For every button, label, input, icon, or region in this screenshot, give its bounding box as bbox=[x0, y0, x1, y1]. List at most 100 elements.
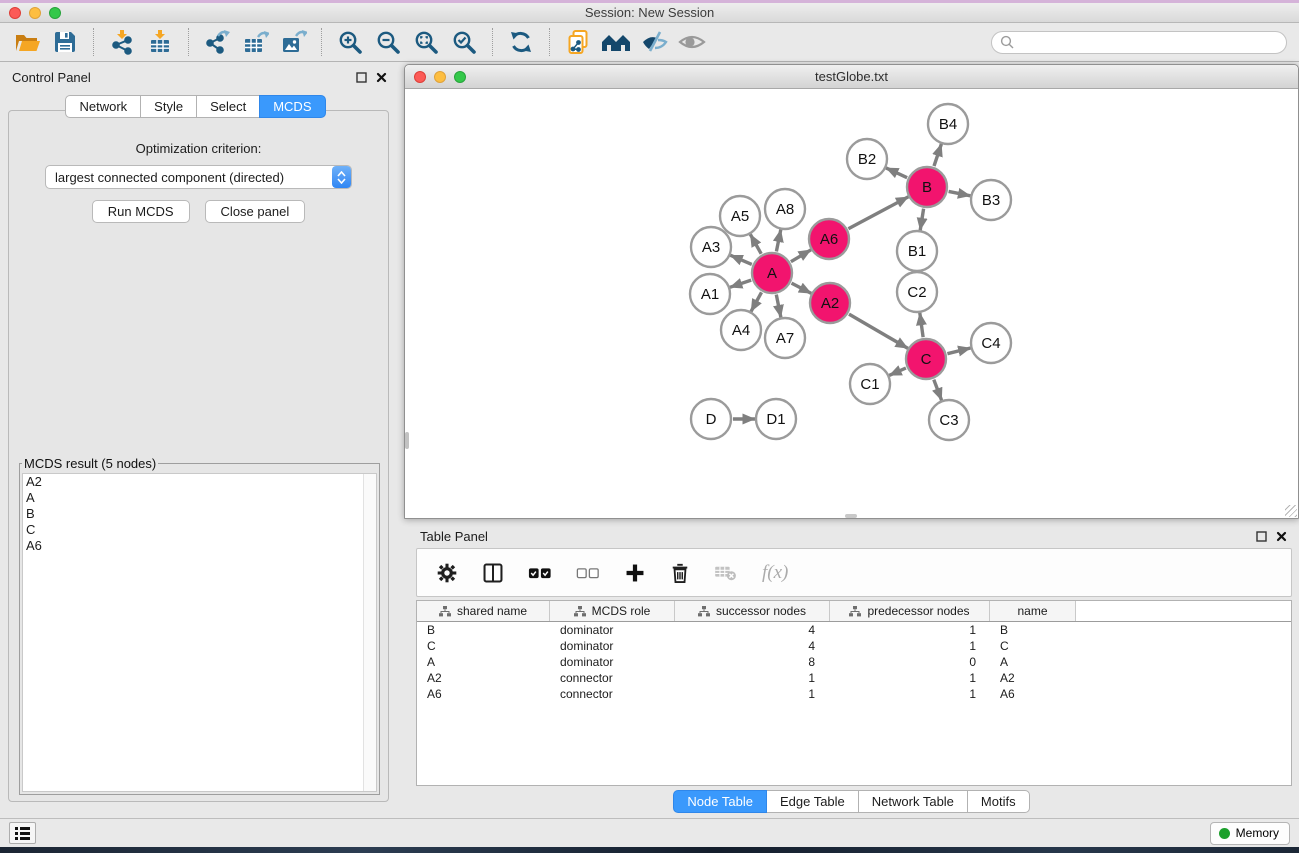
close-panel-button[interactable]: Close panel bbox=[205, 200, 306, 223]
table-settings-button[interactable] bbox=[436, 562, 458, 584]
import-network-button[interactable] bbox=[105, 26, 139, 58]
edge-A-A3[interactable] bbox=[730, 255, 752, 264]
edge-C-C3[interactable] bbox=[934, 380, 942, 401]
run-mcds-button[interactable]: Run MCDS bbox=[92, 200, 190, 223]
edge-C-C2[interactable] bbox=[920, 313, 923, 337]
refresh-button[interactable] bbox=[504, 26, 538, 58]
select-all-columns-button[interactable] bbox=[528, 566, 552, 580]
column-header-successor-nodes[interactable]: successor nodes bbox=[675, 601, 830, 621]
tab-mcds[interactable]: MCDS bbox=[259, 95, 325, 118]
hide-selected-button[interactable] bbox=[637, 26, 671, 58]
node-B3[interactable]: B3 bbox=[971, 180, 1011, 220]
network-canvas[interactable]: B4 B2 B B3 A5A8A6 A3 B1 A A1 C2 A2 A4A7 C4 C C1 C3 D D1 bbox=[405, 90, 1298, 518]
list-item[interactable]: B bbox=[23, 506, 376, 522]
node-C2[interactable]: C2 bbox=[897, 272, 937, 312]
list-item[interactable]: A bbox=[23, 490, 376, 506]
import-table-button[interactable] bbox=[143, 26, 177, 58]
edge-A2-C[interactable] bbox=[849, 314, 908, 348]
edge-B-B3[interactable] bbox=[949, 191, 971, 195]
table-row[interactable]: A6connector11A6 bbox=[417, 686, 1291, 702]
table-row[interactable]: Bdominator41B bbox=[417, 622, 1291, 638]
node-A7[interactable]: A7 bbox=[765, 318, 805, 358]
open-session-button[interactable] bbox=[10, 26, 44, 58]
zoom-in-button[interactable] bbox=[333, 26, 367, 58]
node-A2[interactable]: A2 bbox=[810, 283, 850, 323]
node-A6[interactable]: A6 bbox=[809, 219, 849, 259]
resize-grip[interactable] bbox=[1285, 505, 1297, 517]
node-C1[interactable]: C1 bbox=[850, 364, 890, 404]
node-B2[interactable]: B2 bbox=[847, 139, 887, 179]
edge-B-B1[interactable] bbox=[920, 209, 923, 231]
node-A8[interactable]: A8 bbox=[765, 189, 805, 229]
float-panel-icon[interactable] bbox=[356, 72, 367, 83]
task-history-button[interactable] bbox=[9, 822, 36, 844]
export-network-button[interactable] bbox=[200, 26, 234, 58]
edge-C-C1[interactable] bbox=[889, 368, 906, 375]
tab-edge-table[interactable]: Edge Table bbox=[766, 790, 859, 813]
zoom-out-button[interactable] bbox=[371, 26, 405, 58]
table-row[interactable]: Cdominator41C bbox=[417, 638, 1291, 654]
column-header-shared-name[interactable]: shared name bbox=[417, 601, 550, 621]
export-table-button[interactable] bbox=[238, 26, 272, 58]
vertical-scrollbar-thumb[interactable] bbox=[405, 432, 409, 449]
search-input[interactable] bbox=[1019, 35, 1278, 49]
delete-column-button[interactable] bbox=[670, 562, 690, 584]
edge-A-A4[interactable] bbox=[751, 292, 762, 311]
node-B[interactable]: B bbox=[907, 167, 947, 207]
node-B1[interactable]: B1 bbox=[897, 231, 937, 271]
close-panel-icon[interactable] bbox=[1276, 531, 1287, 542]
edge-A-A7[interactable] bbox=[776, 295, 781, 318]
float-panel-icon[interactable] bbox=[1256, 531, 1267, 542]
edge-A-A6[interactable] bbox=[791, 250, 811, 262]
table-row[interactable]: Adominator80A bbox=[417, 654, 1291, 670]
list-item[interactable]: A6 bbox=[23, 538, 376, 554]
copy-network-icon bbox=[565, 29, 591, 55]
horizontal-scrollbar-thumb[interactable] bbox=[845, 514, 857, 518]
node-D[interactable]: D bbox=[691, 399, 731, 439]
tab-motifs[interactable]: Motifs bbox=[967, 790, 1030, 813]
tab-network[interactable]: Network bbox=[65, 95, 141, 118]
tab-select[interactable]: Select bbox=[196, 95, 260, 118]
deselect-all-columns-button[interactable] bbox=[576, 566, 600, 580]
node-C3[interactable]: C3 bbox=[929, 400, 969, 440]
export-image-button[interactable] bbox=[276, 26, 310, 58]
edge-A-A1[interactable] bbox=[730, 280, 751, 287]
node-D1[interactable]: D1 bbox=[756, 399, 796, 439]
edge-A-A2[interactable] bbox=[792, 283, 812, 293]
node-B4[interactable]: B4 bbox=[928, 104, 968, 144]
first-neighbors-button[interactable] bbox=[599, 26, 633, 58]
column-header-predecessor-nodes[interactable]: predecessor nodes bbox=[830, 601, 990, 621]
column-header-MCDS-role[interactable]: MCDS role bbox=[550, 601, 675, 621]
tab-node-table[interactable]: Node Table bbox=[673, 790, 767, 813]
show-columns-button[interactable] bbox=[482, 562, 504, 584]
edge-B-B4[interactable] bbox=[934, 144, 941, 166]
edge-C-C4[interactable] bbox=[947, 348, 970, 354]
tab-network-table[interactable]: Network Table bbox=[858, 790, 968, 813]
edge-A-A8[interactable] bbox=[776, 230, 780, 252]
edge-A6-B[interactable] bbox=[848, 197, 908, 229]
memory-button[interactable]: Memory bbox=[1210, 822, 1290, 845]
column-header-name[interactable]: name bbox=[990, 601, 1076, 621]
save-session-button[interactable] bbox=[48, 26, 82, 58]
list-item[interactable]: C bbox=[23, 522, 376, 538]
node-A1[interactable]: A1 bbox=[690, 274, 730, 314]
show-all-button[interactable] bbox=[675, 26, 709, 58]
node-A4[interactable]: A4 bbox=[721, 310, 761, 350]
zoom-selected-button[interactable] bbox=[447, 26, 481, 58]
node-A5[interactable]: A5 bbox=[720, 196, 760, 236]
edge-A-A5[interactable] bbox=[750, 234, 761, 254]
optimization-select[interactable]: largest connected component (directed) bbox=[45, 165, 352, 189]
create-column-button[interactable] bbox=[624, 562, 646, 584]
node-C4[interactable]: C4 bbox=[971, 323, 1011, 363]
table-row[interactable]: A2connector11A2 bbox=[417, 670, 1291, 686]
node-A[interactable]: A bbox=[752, 253, 792, 293]
node-C[interactable]: C bbox=[906, 339, 946, 379]
list-item[interactable]: A2 bbox=[23, 474, 376, 490]
new-network-from-selection-button[interactable] bbox=[561, 26, 595, 58]
node-A3[interactable]: A3 bbox=[691, 227, 731, 267]
edge-B-B2[interactable] bbox=[886, 168, 907, 178]
fit-content-button[interactable] bbox=[409, 26, 443, 58]
list-scrollbar[interactable] bbox=[363, 474, 376, 791]
close-panel-icon[interactable] bbox=[376, 72, 387, 83]
tab-style[interactable]: Style bbox=[140, 95, 197, 118]
